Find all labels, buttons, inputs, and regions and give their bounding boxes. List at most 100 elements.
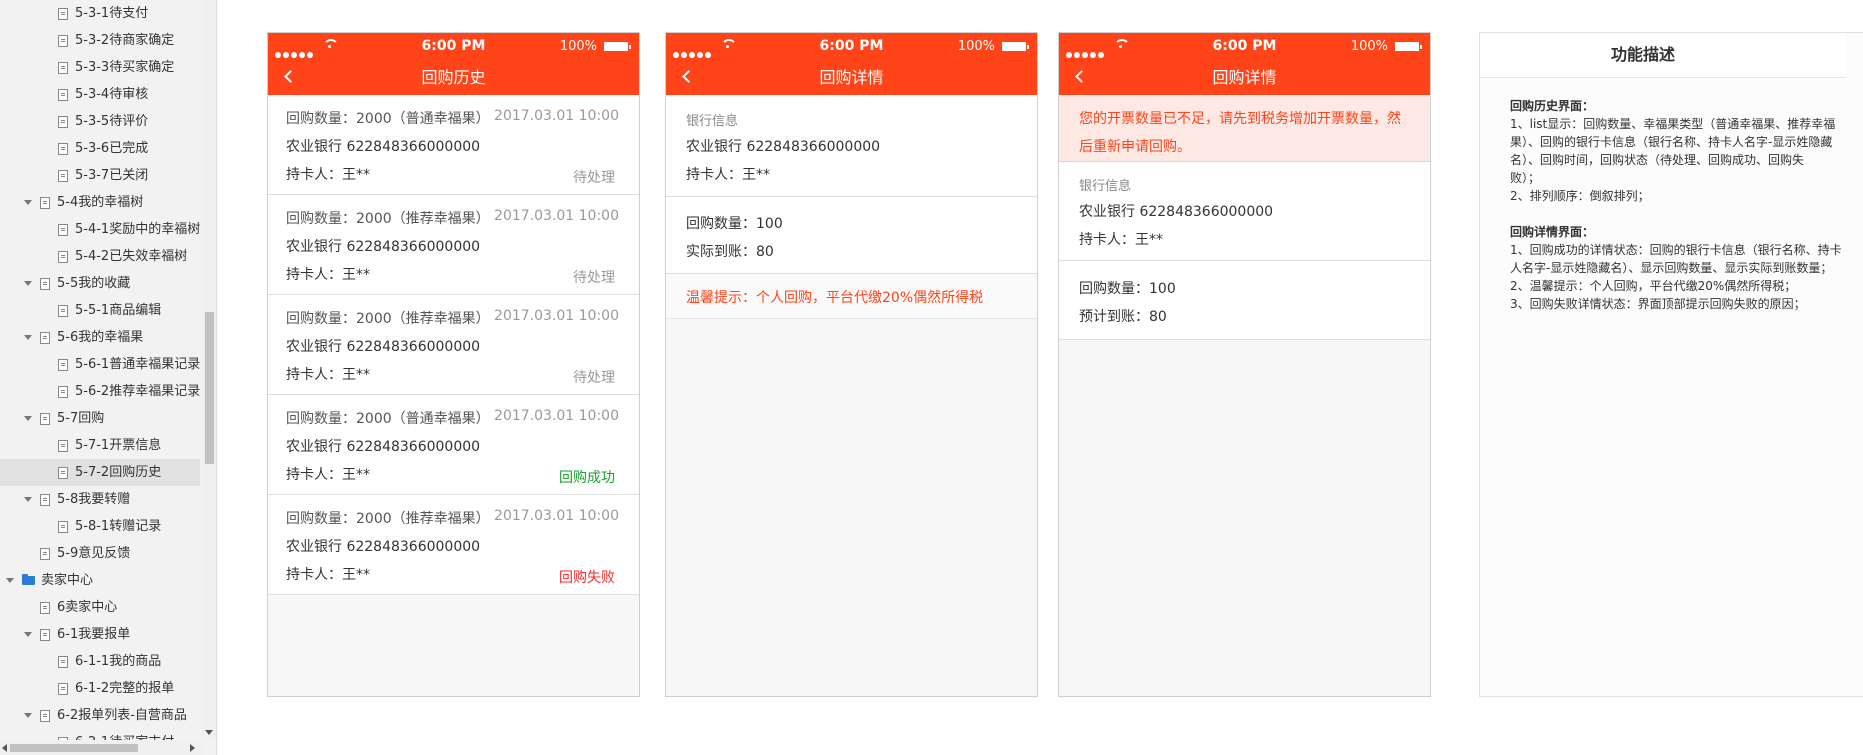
description-line: 2、排列顺序：倒叙排列； xyxy=(1510,189,1650,203)
sidebar-item[interactable]: 5-7-1开票信息 xyxy=(0,432,200,459)
scrollbar-thumb[interactable] xyxy=(10,744,138,752)
detail-content: 您的开票数量已不足，请先到税务增加开票数量，然后重新申请回购。 银行信息 农业银… xyxy=(1059,95,1430,696)
sidebar-item[interactable]: 6卖家中心 xyxy=(0,594,200,621)
page-icon xyxy=(58,62,68,74)
page-icon xyxy=(58,89,68,101)
sidebar-item[interactable]: 5-5我的收藏 xyxy=(0,270,200,297)
sidebar-item[interactable]: 5-3-4待审核 xyxy=(0,81,200,108)
sidebar-item[interactable]: 5-9意见反馈 xyxy=(0,540,200,567)
sidebar-item[interactable]: 5-5-1商品编辑 xyxy=(0,297,200,324)
nav-bar: 回购详情 xyxy=(1059,60,1430,95)
sidebar-item-label: 5-6我的幸福果 xyxy=(57,330,144,345)
expand-caret-icon[interactable] xyxy=(6,578,14,583)
record-bank: 农业银行 622848366000000 xyxy=(286,139,481,155)
sidebar-item-label: 5-6-1普通幸福果记录 xyxy=(75,357,201,372)
expand-caret-icon[interactable] xyxy=(24,632,32,637)
page-icon xyxy=(58,683,68,695)
status-badge: 待处理 xyxy=(573,270,615,286)
section-label: 银行信息 xyxy=(686,114,739,129)
list-item[interactable]: 回购数量：2000（推荐幸福果） 2017.03.01 10:00 农业银行 6… xyxy=(268,195,639,295)
sidebar-item[interactable]: 6-1-1我的商品 xyxy=(0,648,200,675)
bank-info-section: 银行信息 农业银行 622848366000000 持卡人：王** xyxy=(1059,162,1430,261)
page-tree-sidebar: 5-3-1待支付 5-3-2待商家确定 5-3-3待买家确定 5-3-4待审核 5-3-… xyxy=(0,0,217,755)
sidebar-item[interactable]: 5-7-2回购历史 xyxy=(0,459,200,486)
description-line: 2、温馨提示：个人回购，平台代缴20%偶然所得税； xyxy=(1510,279,1797,293)
sidebar-item-label: 5-8我要转赠 xyxy=(57,492,131,507)
record-bank: 农业银行 622848366000000 xyxy=(286,539,481,555)
sidebar-item[interactable]: 5-4-2已失效幸福树 xyxy=(0,243,200,270)
sidebar-item[interactable]: 5-3-7已关闭 xyxy=(0,162,200,189)
page-icon xyxy=(40,494,50,506)
page-icon xyxy=(58,386,68,398)
list-item[interactable]: 回购数量：2000（推荐幸福果） 2017.03.01 10:00 农业银行 6… xyxy=(268,295,639,395)
record-bank: 农业银行 622848366000000 xyxy=(286,439,481,455)
sidebar-item[interactable]: 卖家中心 xyxy=(0,567,200,594)
record-qty: 回购数量：2000（推荐幸福果） xyxy=(286,511,490,527)
sidebar-item-label: 6卖家中心 xyxy=(57,600,118,615)
scroll-down-arrow-icon[interactable] xyxy=(205,730,213,735)
scroll-right-arrow-icon[interactable] xyxy=(190,744,195,752)
sidebar-item[interactable]: 5-4-1奖励中的幸福树 xyxy=(0,216,200,243)
sidebar-item[interactable]: 5-8-1转赠记录 xyxy=(0,513,200,540)
history-list: 回购数量：2000（普通幸福果） 2017.03.01 10:00 农业银行 6… xyxy=(268,95,639,696)
page-title: 回购详情 xyxy=(819,68,884,87)
expand-caret-icon[interactable] xyxy=(24,335,32,340)
description-body: 回购历史界面： 1、list显示：回购数量、幸福果类型（普通幸福果、推荐幸福 果）、… xyxy=(1510,97,1863,313)
description-line: 名）、回购时间，回购状态（待处理、回购成功、回购失 xyxy=(1510,153,1805,167)
sidebar-item[interactable]: 6-2报单列表-自营商品 xyxy=(0,702,200,729)
battery-percent: 100% xyxy=(559,39,597,54)
status-bar: 6:00 PM 100% xyxy=(268,33,639,60)
sidebar-item[interactable]: 6-1-2完整的报单 xyxy=(0,675,200,702)
record-holder: 持卡人：王** xyxy=(286,467,370,483)
record-date: 2017.03.01 10:00 xyxy=(494,108,619,124)
description-line: 人名字-显示姓隐藏名）、显示回购数量、显示实际到账数量； xyxy=(1510,261,1833,275)
page-icon xyxy=(58,467,68,479)
sidebar-item-label: 卖家中心 xyxy=(41,573,94,588)
expand-caret-icon[interactable] xyxy=(24,713,32,718)
scrollbar-thumb[interactable] xyxy=(205,312,214,464)
expand-caret-icon[interactable] xyxy=(24,281,32,286)
sidebar-vertical-scrollbar[interactable] xyxy=(202,0,216,740)
list-item[interactable]: 回购数量：2000（推荐幸福果） 2017.03.01 10:00 农业银行 6… xyxy=(268,495,639,595)
page-title: 回购详情 xyxy=(1212,68,1277,87)
sidebar-item[interactable]: 5-3-1待支付 xyxy=(0,0,200,27)
sidebar-item[interactable]: 5-3-6已完成 xyxy=(0,135,200,162)
sidebar-item[interactable]: 5-3-2待商家确定 xyxy=(0,27,200,54)
description-line: 1、回购成功的详情状态：回购的银行卡信息（银行名称、持卡 xyxy=(1510,243,1842,257)
description-line: 1、list显示：回购数量、幸福果类型（普通幸福果、推荐幸福 xyxy=(1510,117,1836,131)
sidebar-item-label: 6-1-2完整的报单 xyxy=(75,681,175,696)
scroll-left-arrow-icon[interactable] xyxy=(2,744,7,752)
sidebar-item-label: 6-1我要报单 xyxy=(57,627,131,642)
warning-text: 您的开票数量已不足，请先到税务增加开票数量，然后重新申请回购。 xyxy=(1079,111,1401,155)
sidebar-item[interactable]: 5-3-5待评价 xyxy=(0,108,200,135)
sidebar-item[interactable]: 6-1我要报单 xyxy=(0,621,200,648)
card-holder: 持卡人：王** xyxy=(1079,232,1163,248)
sidebar-item-label: 5-9意见反馈 xyxy=(57,546,131,561)
page-icon xyxy=(40,629,50,641)
sidebar-item[interactable]: 5-4我的幸福树 xyxy=(0,189,200,216)
page-icon xyxy=(58,143,68,155)
sidebar-item-label: 5-4-1奖励中的幸福树 xyxy=(75,222,201,237)
card-holder: 持卡人：王** xyxy=(686,167,770,183)
list-item[interactable]: 回购数量：2000（普通幸福果） 2017.03.01 10:00 农业银行 6… xyxy=(268,95,639,195)
expand-caret-icon[interactable] xyxy=(24,200,32,205)
expand-caret-icon[interactable] xyxy=(24,416,32,421)
sidebar-item-label: 5-4-2已失效幸福树 xyxy=(75,249,188,264)
record-date: 2017.03.01 10:00 xyxy=(494,508,619,524)
list-item[interactable]: 回购数量：2000（普通幸福果） 2017.03.01 10:00 农业银行 6… xyxy=(268,395,639,495)
expand-caret-icon[interactable] xyxy=(24,497,32,502)
battery-icon xyxy=(604,42,631,51)
section-label: 银行信息 xyxy=(1079,179,1132,194)
sidebar-item[interactable]: 5-7回购 xyxy=(0,405,200,432)
sidebar-item[interactable]: 5-3-3待买家确定 xyxy=(0,54,200,81)
bank-info-section: 银行信息 农业银行 622848366000000 持卡人：王** xyxy=(666,95,1037,197)
sidebar-item[interactable]: 5-6-1普通幸福果记录 xyxy=(0,351,200,378)
page-icon xyxy=(58,440,68,452)
sidebar-item[interactable]: 5-6我的幸福果 xyxy=(0,324,200,351)
battery-icon xyxy=(1395,42,1422,51)
sidebar-horizontal-scrollbar[interactable] xyxy=(0,740,202,755)
page-icon xyxy=(58,656,68,668)
page-icon xyxy=(40,413,50,425)
sidebar-item[interactable]: 5-6-2推荐幸福果记录 xyxy=(0,378,200,405)
sidebar-item[interactable]: 5-8我要转赠 xyxy=(0,486,200,513)
